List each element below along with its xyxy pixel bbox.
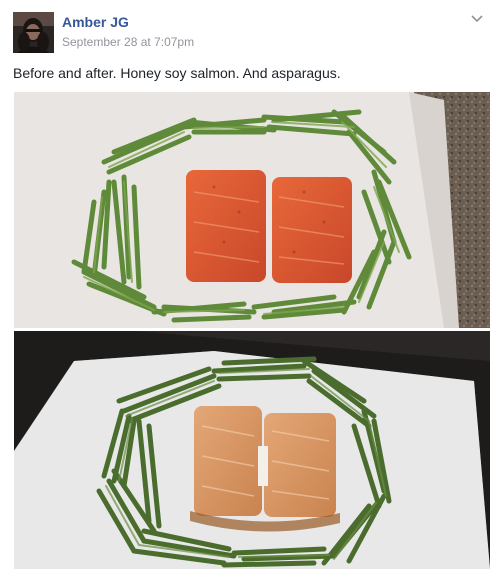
avatar[interactable] (13, 12, 54, 53)
post-text: Before and after. Honey soy salmon. And … (13, 65, 341, 81)
post-header: Amber JG September 28 at 7:07pm (13, 12, 493, 54)
author-name[interactable]: Amber JG (62, 14, 129, 30)
post-timestamp[interactable]: September 28 at 7:07pm (62, 35, 194, 49)
before-photo[interactable] (14, 92, 490, 328)
after-photo[interactable] (14, 331, 490, 569)
avatar-image (13, 12, 54, 53)
chevron-down-icon[interactable] (470, 12, 484, 26)
